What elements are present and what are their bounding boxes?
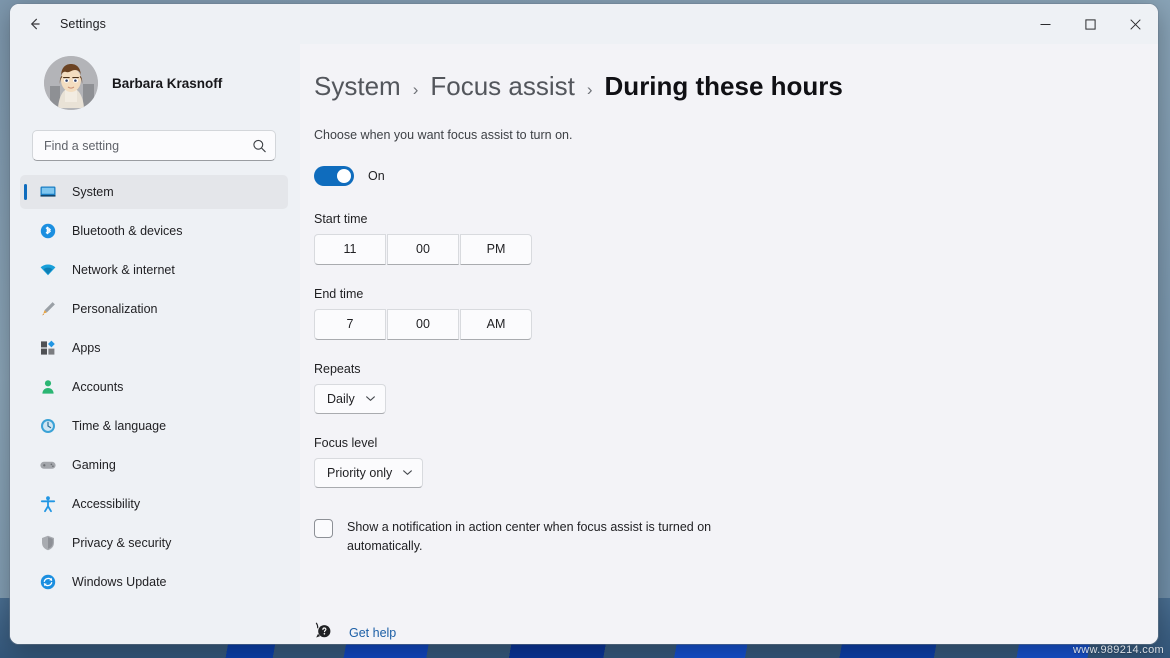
end-time-meridiem[interactable]: AM xyxy=(460,308,532,340)
account-name: Barbara Krasnoff xyxy=(112,75,223,91)
toggle-state-label: On xyxy=(368,168,385,183)
sidebar-item-accounts[interactable]: Accounts xyxy=(20,370,288,404)
shield-icon xyxy=(38,533,58,553)
maximize-icon xyxy=(1085,18,1096,30)
window-titlebar: Settings xyxy=(10,4,1158,44)
breadcrumb: System › Focus assist › During these hou… xyxy=(314,71,1118,102)
sidebar-item-network-internet[interactable]: Network & internet xyxy=(20,253,288,287)
get-help-link[interactable]: Get help xyxy=(314,621,396,644)
repeats-group: Repeats Daily xyxy=(314,362,1118,414)
notification-checkbox[interactable] xyxy=(314,518,333,538)
focus-assist-toggle[interactable] xyxy=(314,165,354,186)
sidebar-item-label: Network & internet xyxy=(72,263,175,277)
repeats-dropdown[interactable]: Daily xyxy=(314,383,386,414)
minimize-button[interactable] xyxy=(1023,4,1068,44)
sidebar-item-system[interactable]: System xyxy=(20,175,288,209)
start-time-meridiem[interactable]: PM xyxy=(460,233,532,265)
close-icon xyxy=(1130,18,1141,30)
maximize-button[interactable] xyxy=(1068,4,1113,44)
sidebar-item-personalization[interactable]: Personalization xyxy=(20,292,288,326)
end-time-minute[interactable]: 00 xyxy=(387,308,459,340)
search-input[interactable] xyxy=(32,130,276,161)
notification-checkbox-row[interactable]: Show a notification in action center whe… xyxy=(314,518,784,556)
bluetooth-icon xyxy=(38,221,58,241)
desktop-background: Settings Barbara Krasnoff Find a setting… xyxy=(0,0,1170,658)
sidebar-item-windows-update[interactable]: Windows Update xyxy=(20,565,288,599)
repeats-label: Repeats xyxy=(314,361,361,376)
close-button[interactable] xyxy=(1113,4,1158,44)
breadcrumb-separator: › xyxy=(412,80,419,99)
page-subtitle: Choose when you want focus assist to tur… xyxy=(314,127,573,142)
sidebar-item-apps[interactable]: Apps xyxy=(20,331,288,365)
notification-checkbox-label: Show a notification in action center whe… xyxy=(347,519,712,553)
sidebar-item-label: Apps xyxy=(72,341,101,355)
end-time-hour[interactable]: 7 xyxy=(314,308,386,340)
minimize-icon xyxy=(1040,23,1051,25)
wifi-icon xyxy=(38,260,58,280)
focus-level-value: Priority only xyxy=(327,465,393,480)
focus-level-dropdown[interactable]: Priority only xyxy=(314,457,424,488)
breadcrumb-focus-assist[interactable]: Focus assist xyxy=(430,71,575,102)
search-box xyxy=(32,130,276,161)
toggle-knob xyxy=(337,168,351,183)
sidebar-item-label: Accessibility xyxy=(72,497,141,511)
sidebar: Barbara Krasnoff Find a setting System B… xyxy=(10,44,300,644)
page-title: During these hours xyxy=(604,71,843,101)
start-time-row: 11 00 PM xyxy=(314,233,1118,265)
sidebar-item-label: Privacy & security xyxy=(72,536,172,550)
sidebar-item-label: Accounts xyxy=(72,380,124,394)
clock-icon xyxy=(38,416,58,436)
start-time-hour[interactable]: 11 xyxy=(314,233,386,265)
end-time-label: End time xyxy=(314,286,364,301)
help-question-icon xyxy=(314,621,333,644)
sidebar-item-time-language[interactable]: Time & language xyxy=(20,409,288,443)
window-controls xyxy=(1023,4,1158,44)
sidebar-item-label: Bluetooth & devices xyxy=(72,224,183,238)
settings-window: Settings Barbara Krasnoff Find a setting… xyxy=(10,4,1158,644)
focus-level-group: Focus level Priority only xyxy=(314,436,1118,488)
end-time-row: 7 00 AM xyxy=(314,308,1118,340)
chevron-down-icon xyxy=(365,393,376,404)
repeats-value: Daily xyxy=(327,391,355,406)
sidebar-item-gaming[interactable]: Gaming xyxy=(20,448,288,482)
sidebar-nav: System Bluetooth & devices Network & int… xyxy=(10,175,300,604)
focus-assist-toggle-row: On xyxy=(314,165,1118,186)
update-arrows-icon xyxy=(38,572,58,592)
sidebar-item-label: Personalization xyxy=(72,302,158,316)
start-time-group: Start time 11 00 PM xyxy=(314,212,1118,265)
monitor-icon xyxy=(38,182,58,202)
arrow-left-icon xyxy=(31,18,40,30)
gamepad-icon xyxy=(38,455,58,475)
paintbrush-icon xyxy=(38,299,58,319)
account-card[interactable]: Barbara Krasnoff xyxy=(22,44,288,122)
end-time-group: End time 7 00 AM xyxy=(314,287,1118,340)
breadcrumb-system[interactable]: System xyxy=(314,71,401,102)
sidebar-item-accessibility[interactable]: Accessibility xyxy=(20,487,288,521)
accessibility-icon xyxy=(38,494,58,514)
main-content: System › Focus assist › During these hou… xyxy=(300,44,1158,644)
breadcrumb-separator: › xyxy=(586,80,593,99)
window-body: Barbara Krasnoff Find a setting System B… xyxy=(10,44,1158,644)
sidebar-item-label: Windows Update xyxy=(72,575,167,589)
focus-level-label: Focus level xyxy=(314,435,378,450)
avatar-illustration xyxy=(44,56,98,110)
sidebar-item-privacy-security[interactable]: Privacy & security xyxy=(20,526,288,560)
window-title: Settings xyxy=(60,17,106,31)
person-icon xyxy=(38,377,58,397)
apps-grid-icon xyxy=(38,338,58,358)
sidebar-item-label: Gaming xyxy=(72,458,116,472)
sidebar-item-bluetooth-devices[interactable]: Bluetooth & devices xyxy=(20,214,288,248)
back-button[interactable] xyxy=(18,9,52,39)
get-help-label: Get help xyxy=(349,626,397,641)
start-time-label: Start time xyxy=(314,211,368,226)
sidebar-item-label: System xyxy=(72,185,114,199)
start-time-minute[interactable]: 00 xyxy=(387,233,459,265)
chevron-down-icon xyxy=(402,467,413,478)
user-avatar xyxy=(44,56,98,110)
sidebar-item-label: Time & language xyxy=(72,419,167,433)
watermark: www.989214.com xyxy=(1072,644,1164,656)
